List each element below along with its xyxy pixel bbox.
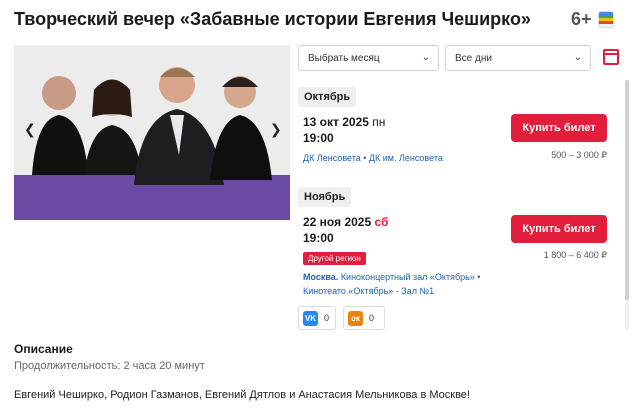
venue-city: Москва.: [303, 272, 339, 282]
other-region-badge: Другой регион: [303, 252, 366, 265]
description-text: Евгений Чеширко, Родион Газманов, Евгени…: [14, 389, 470, 401]
session-time: 19:00: [303, 231, 334, 245]
sessions-list: Октябрь 13 окт 2025 пн 19:00 ДК Ленсовет…: [294, 80, 624, 335]
session-date: 13 окт 2025 пн: [303, 115, 386, 129]
buy-ticket-button[interactable]: Купить билет: [511, 114, 607, 142]
event-title: Творческий вечер «Забавные истории Евген…: [14, 9, 531, 29]
vk-share-count: 0: [324, 312, 330, 323]
month-header: Октябрь: [298, 87, 357, 107]
chevron-down-icon: ⌄: [573, 52, 582, 63]
session-time: 19:00: [303, 131, 334, 145]
vk-icon: VK: [303, 311, 318, 326]
description-heading: Описание: [14, 342, 73, 356]
session-venue-link[interactable]: ДК Ленсовета • ДК им. Ленсовета: [303, 153, 443, 163]
ok-icon: ок: [348, 311, 363, 326]
ok-share-button[interactable]: ок 0: [343, 306, 385, 330]
buy-ticket-button[interactable]: Купить билет: [511, 215, 607, 243]
session-price: 1 800 – 6 400 ₽: [543, 250, 607, 260]
days-select[interactable]: Все дни ⌄: [445, 45, 591, 71]
event-banner: ❮ ❯: [14, 45, 290, 220]
session-weekday: пн: [372, 115, 386, 129]
session-date: 22 ноя 2025 сб: [303, 215, 389, 229]
chevron-right-icon[interactable]: ❯: [270, 121, 282, 138]
calendar-icon[interactable]: [603, 49, 619, 65]
banner-illustration: [14, 45, 290, 220]
session-venue-link[interactable]: Москва. Киноконцертный зал «Октябрь» •: [303, 272, 480, 282]
session-weekday: сб: [374, 215, 389, 229]
chevron-left-icon[interactable]: ❮: [24, 121, 36, 138]
month-select-value: Выбрать месяц: [308, 53, 380, 64]
days-select-value: Все дни: [455, 53, 492, 64]
chevron-down-icon: ⌄: [421, 52, 430, 63]
wallet-icon[interactable]: [598, 11, 614, 28]
age-rating: 6+: [571, 9, 592, 29]
month-header: Ноябрь: [298, 187, 352, 207]
ok-share-count: 0: [369, 312, 375, 323]
sessions-scrollbar[interactable]: [625, 80, 629, 330]
session-venue-link[interactable]: Кинотеато «Октябрь» - Зал №1: [303, 286, 434, 296]
vk-share-button[interactable]: VK 0: [298, 306, 336, 330]
duration-text: Продолжительность: 2 часа 20 минут: [14, 360, 205, 372]
month-select[interactable]: Выбрать месяц ⌄: [298, 45, 439, 71]
session-price: 500 – 3 000 ₽: [551, 150, 607, 160]
